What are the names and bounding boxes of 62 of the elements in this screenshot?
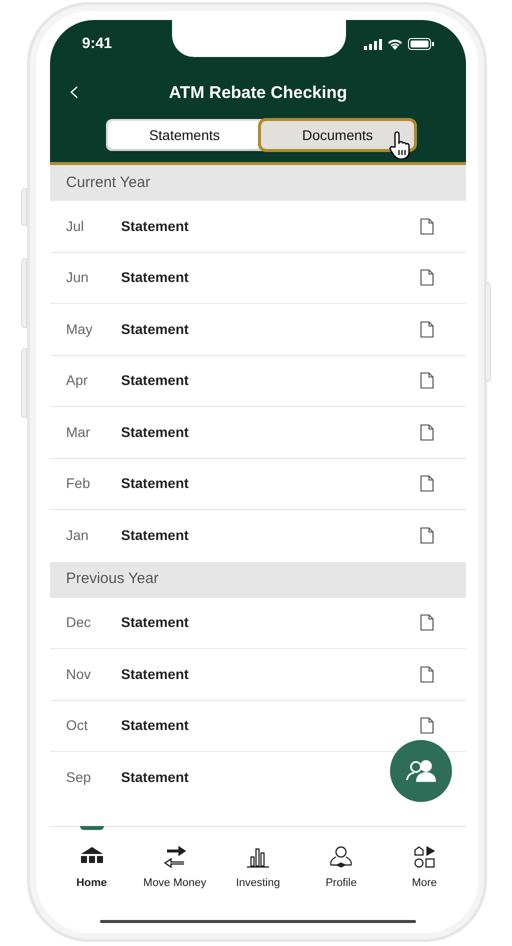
month-label: Feb bbox=[66, 474, 92, 494]
month-label: Apr bbox=[66, 371, 89, 390]
statement-label: Statement bbox=[121, 716, 189, 736]
document-icon[interactable] bbox=[420, 372, 434, 390]
document-icon[interactable] bbox=[420, 218, 434, 235]
document-icon[interactable] bbox=[420, 269, 434, 286]
statement-row[interactable]: Jan Statement bbox=[50, 510, 466, 562]
document-icon[interactable] bbox=[420, 320, 434, 338]
statement-row[interactable]: Sep Statement bbox=[50, 752, 466, 804]
statement-label: Statement bbox=[121, 216, 189, 236]
statement-label: Statement bbox=[121, 474, 189, 494]
page-title: ATM Rebate Checking bbox=[168, 82, 348, 104]
section-title: Current Year bbox=[66, 172, 150, 193]
month-label: Jul bbox=[66, 216, 85, 236]
battery-icon bbox=[408, 38, 434, 50]
statement-row[interactable]: Jun Statement bbox=[50, 252, 466, 304]
statement-row[interactable]: Feb Statement bbox=[50, 458, 466, 510]
statement-label: Statement bbox=[121, 371, 189, 390]
status-time: 9:41 bbox=[82, 34, 112, 54]
document-icon[interactable] bbox=[420, 424, 434, 441]
signal-icon bbox=[364, 38, 382, 50]
back-button[interactable]: ‹ bbox=[68, 77, 80, 107]
statement-row[interactable]: Nov Statement bbox=[50, 649, 466, 700]
document-icon[interactable] bbox=[420, 475, 434, 492]
month-label: Jun bbox=[66, 268, 90, 288]
month-label: Nov bbox=[66, 664, 92, 684]
month-label: Jan bbox=[66, 526, 90, 546]
month-label: Mar bbox=[66, 422, 92, 442]
document-icon[interactable] bbox=[420, 614, 434, 632]
statement-row[interactable]: Jul Statement bbox=[50, 201, 466, 252]
document-icon[interactable] bbox=[420, 666, 434, 683]
nav-item[interactable]: More bbox=[384, 845, 464, 925]
month-label: Oct bbox=[66, 716, 89, 736]
nav-item[interactable]: Investing bbox=[218, 845, 298, 925]
statement-label: Statement bbox=[121, 526, 189, 546]
month-label: May bbox=[66, 320, 94, 339]
nav-item[interactable]: Profile bbox=[301, 845, 382, 925]
nav-item[interactable]: Move Money bbox=[134, 845, 215, 925]
statement-row[interactable]: Dec Statement bbox=[50, 598, 466, 649]
person-icon bbox=[328, 845, 354, 869]
statement-label: Statement bbox=[121, 613, 189, 632]
statement-row[interactable]: May Statement bbox=[50, 304, 466, 356]
statement-row[interactable]: Apr Statement bbox=[50, 356, 466, 407]
nav-item[interactable]: Home bbox=[52, 845, 132, 925]
statement-label: Statement bbox=[121, 268, 189, 288]
document-icon[interactable] bbox=[420, 717, 434, 734]
statement-label: Statement bbox=[121, 422, 189, 442]
month-label: Sep bbox=[66, 768, 92, 788]
document-icon[interactable] bbox=[420, 527, 434, 544]
section-title: Previous Year bbox=[66, 569, 159, 590]
transfer-icon bbox=[162, 845, 188, 869]
month-label: Dec bbox=[66, 613, 92, 632]
people-icon bbox=[404, 759, 438, 783]
statement-label: Statement bbox=[121, 664, 189, 684]
statement-row[interactable]: Mar Statement bbox=[50, 407, 466, 458]
statement-label: Statement bbox=[121, 320, 189, 339]
tab[interactable]: Statements bbox=[108, 121, 261, 149]
wifi-icon bbox=[387, 38, 403, 50]
active-indicator bbox=[80, 826, 104, 830]
hand-cursor-icon bbox=[388, 131, 412, 159]
statement-label: Statement bbox=[121, 768, 189, 788]
tab[interactable]: Documents bbox=[261, 121, 414, 149]
